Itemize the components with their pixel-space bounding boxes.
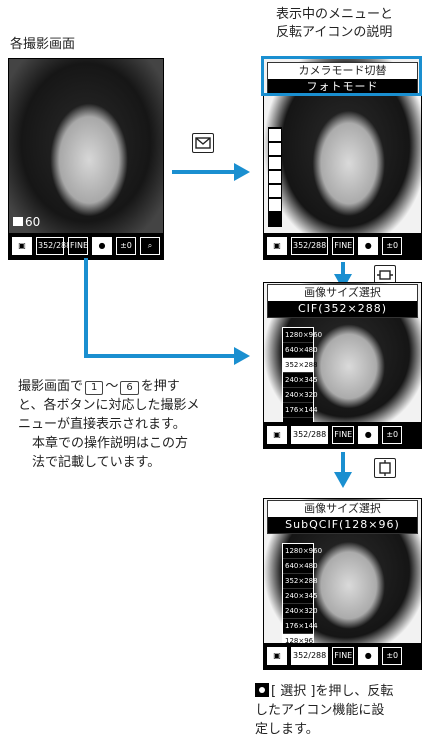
light-icon: ●: [358, 647, 379, 665]
camera-preview-main: 60 ▣ 352/288 FINE ● ±0 ⌕: [8, 58, 164, 260]
description-line5: 法で記載しています。: [32, 455, 161, 470]
sidebar-icon: [269, 129, 281, 141]
description-line1: 撮影画面で 1 ～ 6 を押す: [18, 379, 180, 395]
size-option[interactable]: 240×345: [283, 373, 318, 388]
quality-indicator: FINE: [332, 647, 355, 665]
arrow-head-down-2: [334, 472, 352, 488]
status-bar: ▣ 352/288 FINE ● ±0: [264, 233, 421, 259]
light-icon: ●: [358, 237, 379, 255]
footer-line3: 定します。: [255, 722, 319, 737]
quality-indicator: FINE: [68, 237, 88, 255]
size-option-selected[interactable]: 352×288: [283, 358, 318, 373]
zoom-icon: ⌕: [140, 237, 160, 255]
image-size-indicator: 352/288: [291, 426, 329, 444]
quality-indicator: FINE: [332, 237, 355, 255]
right-caption-line1: 表示中のメニューと: [276, 7, 394, 22]
sidebar-icon: [269, 171, 281, 183]
status-bar: ▣ 352/288 FINE ● ±0 ⌕: [9, 233, 163, 259]
menu-title: 画像サイズ選択: [268, 501, 417, 517]
key-6-icon: 6: [120, 381, 139, 395]
size-option[interactable]: 240×320: [283, 388, 318, 403]
description-line2: と、各ボタンに対応した撮影メ: [18, 398, 200, 413]
light-icon: ●: [358, 426, 379, 444]
size-option[interactable]: 240×320: [283, 604, 318, 619]
quality-indicator: FINE: [332, 426, 355, 444]
size-option[interactable]: 1280×960: [283, 544, 322, 559]
size-list: 1280×960 640×480 352×288 240×345 240×320…: [282, 327, 322, 434]
camera-icon: ▣: [267, 426, 287, 444]
menu-header-size: 画像サイズ選択 CIF(352×288): [267, 284, 418, 318]
menu-value: CIF(352×288): [268, 301, 417, 317]
menu-value: SubQCIF(128×96): [268, 517, 417, 533]
camera-icon: ▣: [267, 237, 287, 255]
highlight-frame: [261, 56, 422, 96]
white-balance-indicator: ±0: [116, 237, 136, 255]
select-key-icon: [255, 683, 269, 697]
sidebar-icon: [269, 185, 281, 197]
shot-counter: 60: [13, 215, 40, 229]
status-bar: ▣ 352/288 FINE ● ±0: [264, 422, 421, 448]
arrow-head-mode-menu: [234, 163, 250, 181]
sidebar-icon: [269, 143, 281, 155]
size-list: 1280×960 640×480 352×288 240×345 240×320…: [282, 543, 322, 650]
white-balance-indicator: ±0: [382, 426, 403, 444]
size-option[interactable]: 352×288: [283, 574, 318, 589]
size-option[interactable]: 240×345: [283, 589, 318, 604]
footer-line1: [ 選択 ]を押し、反転: [255, 683, 393, 701]
size-option[interactable]: 176×144: [283, 619, 318, 634]
left-heading: 各撮影画面: [10, 37, 76, 52]
arrow-left-down: [84, 258, 88, 358]
camera-icon: ▣: [12, 237, 32, 255]
page: { "left": { "heading": "各撮影画面", "counter…: [0, 0, 427, 740]
status-bar: ▣ 352/288 FINE ● ±0: [264, 643, 421, 669]
arrow-to-mode-menu: [172, 170, 236, 174]
arrow-to-size-menu: [84, 354, 236, 358]
envelope-key-icon: [192, 133, 214, 153]
white-balance-indicator: ±0: [382, 237, 403, 255]
right-caption-line2: 反転アイコンの説明: [276, 25, 393, 40]
menu-header-size-2: 画像サイズ選択 SubQCIF(128×96): [267, 500, 418, 534]
description-line3: ニューが直接表示されます。: [18, 417, 186, 432]
size-option[interactable]: 1280×960: [283, 328, 322, 343]
key-1-icon: 1: [85, 381, 104, 395]
light-icon: ●: [92, 237, 112, 255]
description-line4: 本章での操作説明はこの方: [32, 436, 189, 451]
portrait-photo: [9, 59, 163, 233]
sidebar-icon: [269, 199, 281, 211]
size-option[interactable]: 640×480: [283, 343, 318, 358]
shot-counter-value: 60: [25, 215, 41, 229]
sidebar-icon: [269, 157, 281, 169]
image-size-indicator: 352/288: [291, 647, 329, 665]
size-option[interactable]: 176×144: [283, 403, 318, 418]
size-option[interactable]: 640×480: [283, 559, 318, 574]
white-balance-indicator: ±0: [382, 647, 403, 665]
image-size-indicator: 352/288: [36, 237, 71, 255]
arrow-down-2: [341, 452, 345, 474]
arrow-head-size-menu: [234, 347, 250, 365]
footer-line2: したアイコン機能に設: [255, 703, 385, 718]
image-size-indicator: 352/288: [291, 237, 329, 255]
up-down-key-icon: [374, 458, 396, 478]
mode-sidebar: [268, 127, 282, 227]
menu-title: 画像サイズ選択: [268, 285, 417, 301]
camera-icon: ▣: [267, 647, 287, 665]
memory-icon: [13, 217, 23, 226]
